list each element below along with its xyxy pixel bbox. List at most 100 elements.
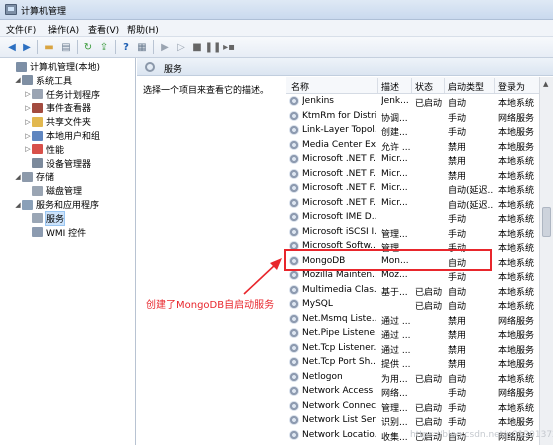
column-divider[interactable]	[444, 78, 445, 93]
service-logon-as: 本地系统	[498, 157, 535, 167]
column-divider[interactable]	[377, 78, 378, 93]
table-row[interactable]: Network List Ser... 识别... 已启动 手动 本地服务	[286, 413, 539, 428]
table-row[interactable]: Net.Pipe Listene... 通过 ... 禁用 本地服务	[286, 326, 539, 341]
tree-item[interactable]: ▷ 本地用户和组	[24, 129, 100, 142]
column-name[interactable]: 名称	[291, 80, 309, 93]
restart-icon[interactable]: ▸▪	[222, 40, 236, 54]
column-logon-as[interactable]: 登录为	[498, 80, 525, 93]
pane-title: 服务	[164, 65, 183, 75]
tree-item[interactable]: 设备管理器	[24, 157, 91, 170]
service-status: 已启动	[415, 287, 443, 298]
table-row[interactable]: Network Connec... 管理... 已启动手动 本地系统	[286, 399, 539, 414]
tree-item-label: 设备管理器	[46, 159, 92, 170]
service-desc: Moz...	[381, 270, 408, 280]
service-desc: 识别...	[381, 418, 408, 428]
refresh-icon[interactable]: ↻	[81, 40, 95, 54]
service-startup-type: 禁用	[448, 316, 467, 327]
service-gear-icon	[289, 415, 299, 425]
console-icon[interactable]: ▦	[135, 40, 149, 54]
service-desc: Micr...	[381, 154, 408, 164]
service-name: Microsoft .NET F...	[302, 197, 376, 208]
service-desc: 管理...	[381, 229, 408, 240]
column-divider[interactable]	[411, 78, 412, 93]
help-icon[interactable]: ?	[119, 40, 133, 54]
tree-item[interactable]: WMI 控件	[24, 226, 86, 239]
menu-action[interactable]: 操作(A)	[48, 23, 79, 36]
tree-item[interactable]: 计算机管理(本地)	[8, 60, 100, 73]
expander-icon[interactable]: ▷	[24, 145, 32, 153]
menu-bar: 文件(F) 操作(A) 查看(V) 帮助(H)	[0, 20, 553, 37]
tree-item[interactable]: 服务	[24, 210, 66, 226]
menu-help[interactable]: 帮助(H)	[127, 23, 159, 36]
tree-item[interactable]: 磁盘管理	[24, 184, 82, 197]
table-row[interactable]: Jenkins Jenk... 已启动 自动 本地系统	[286, 94, 539, 109]
menu-view[interactable]: 查看(V)	[88, 23, 119, 36]
stop-icon[interactable]: ■	[190, 40, 204, 54]
service-logon-as: 本地服务	[498, 418, 535, 428]
table-row[interactable]: Microsoft .NET F... Micr... 自动(延迟... 本地系统	[286, 196, 539, 211]
column-status[interactable]: 状态	[415, 80, 433, 93]
table-row[interactable]: Net.Msmq Liste... 通过 ... 禁用 网络服务	[286, 312, 539, 327]
expander-icon[interactable]: ▷	[24, 132, 32, 140]
table-row[interactable]: Network Access ... 网络... 手动 网络服务	[286, 384, 539, 399]
vertical-scrollbar[interactable]: ▲	[539, 77, 553, 445]
tree-item[interactable]: ◢ 服务和应用程序	[14, 198, 99, 211]
properties-icon[interactable]: ▤	[59, 40, 73, 54]
play-icon[interactable]: ▶	[158, 40, 172, 54]
service-gear-icon	[289, 400, 299, 411]
service-name: Jenkins	[302, 96, 335, 106]
tree-item[interactable]: ▷ 性能	[24, 143, 64, 156]
table-row[interactable]: Multimedia Clas... 基于... 已启动 自动 本地系统	[286, 283, 539, 298]
play-alt-icon[interactable]: ▷	[174, 40, 188, 54]
table-row[interactable]: MySQL 已启动 自动 本地系统	[286, 297, 539, 312]
table-row[interactable]: Media Center Ex... 允许 ... 禁用 本地服务	[286, 138, 539, 153]
tree-item-label: 本地用户和组	[46, 132, 101, 142]
column-startup-type[interactable]: 启动类型	[448, 80, 484, 93]
tree-item[interactable]: ◢ 存储	[14, 170, 54, 183]
pause-icon[interactable]: ❚❚	[205, 40, 222, 54]
up-folder-icon[interactable]: ▬	[42, 40, 56, 54]
tree-item[interactable]: ▷ 事件查看器	[24, 101, 91, 114]
service-startup-type: 自动	[448, 302, 467, 312]
expander-icon[interactable]: ◢	[14, 201, 22, 209]
tree-item-label: 性能	[46, 145, 65, 156]
expander-icon[interactable]: ◢	[14, 173, 22, 181]
expander-icon[interactable]: ▷	[24, 104, 32, 112]
menu-file[interactable]: 文件(F)	[6, 23, 36, 36]
table-row[interactable]: Microsoft .NET F... Micr... 禁用 本地系统	[286, 152, 539, 167]
table-row[interactable]: Microsoft .NET F... Micr... 自动(延迟... 本地系统	[286, 181, 539, 196]
table-row[interactable]: Microsoft IME D... 手动 本地系统	[286, 210, 539, 225]
service-logon-as: 本地系统	[498, 403, 535, 414]
service-logon-as: 网络服务	[498, 389, 535, 399]
service-desc: 管理...	[381, 403, 408, 414]
tree-item[interactable]: ▷ 共享文件夹	[24, 115, 91, 128]
table-row[interactable]: Netlogon 为用... 已启动 自动 本地系统	[286, 370, 539, 385]
annotation-arrow-icon	[243, 258, 282, 295]
service-name: Net.Tcp Port Sh...	[302, 357, 376, 367]
tree-item-label: 存储	[36, 173, 55, 184]
tree-item[interactable]: ◢ 系统工具	[14, 74, 72, 87]
back-icon[interactable]: ◀	[5, 40, 19, 54]
table-row[interactable]: KtmRm for Distri... 协调... 手动 网络服务	[286, 109, 539, 124]
scroll-up-icon[interactable]: ▲	[543, 80, 548, 88]
expander-icon[interactable]: ▷	[24, 118, 32, 126]
table-row[interactable]: Net.Tcp Port Sh... 提供 ... 禁用 本地服务	[286, 355, 539, 370]
export-icon[interactable]: ⇪	[97, 40, 111, 54]
service-startup-type: 手动	[448, 403, 467, 414]
service-desc: 提供 ...	[381, 360, 411, 370]
table-row[interactable]: Net.Tcp Listener... 通过 ... 禁用 本地服务	[286, 341, 539, 356]
forward-icon[interactable]: ▶	[20, 40, 34, 54]
column-description[interactable]: 描述	[381, 80, 399, 93]
table-row[interactable]: Microsoft iSCSI I... 管理... 手动 本地系统	[286, 225, 539, 240]
service-name: Link-Layer Topol...	[302, 125, 376, 135]
expander-icon[interactable]: ▷	[24, 90, 32, 98]
table-row[interactable]: Microsoft .NET F... Micr... 禁用 本地系统	[286, 167, 539, 182]
expander-icon[interactable]: ◢	[14, 76, 22, 84]
service-logon-as: 本地服务	[498, 345, 535, 356]
service-startup-type: 禁用	[448, 360, 467, 370]
scrollbar-thumb[interactable]	[542, 207, 551, 237]
column-divider[interactable]	[494, 78, 495, 93]
table-row[interactable]: Link-Layer Topol... 创建... 手动 本地服务	[286, 123, 539, 138]
tree-item-label: 计算机管理(本地)	[30, 63, 101, 73]
tree-item[interactable]: ▷ 任务计划程序	[24, 88, 100, 101]
